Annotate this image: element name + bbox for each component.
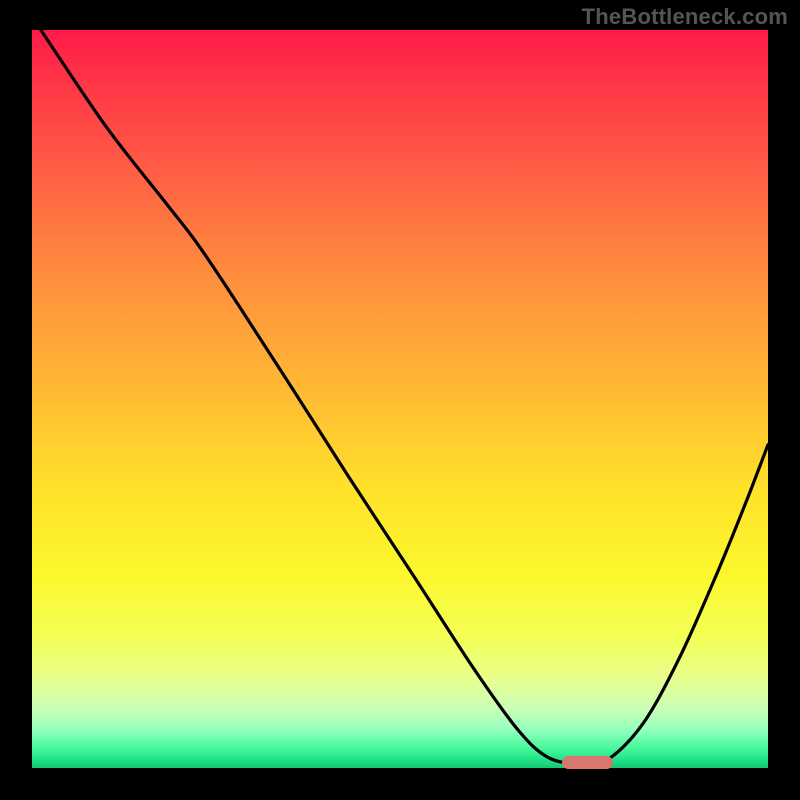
plot-area: [32, 30, 768, 768]
watermark-text: TheBottleneck.com: [582, 4, 788, 30]
chart-container: TheBottleneck.com: [0, 0, 800, 800]
curve-path: [41, 30, 768, 765]
bottleneck-curve: [32, 30, 768, 768]
optimal-zone-marker: [562, 756, 614, 769]
